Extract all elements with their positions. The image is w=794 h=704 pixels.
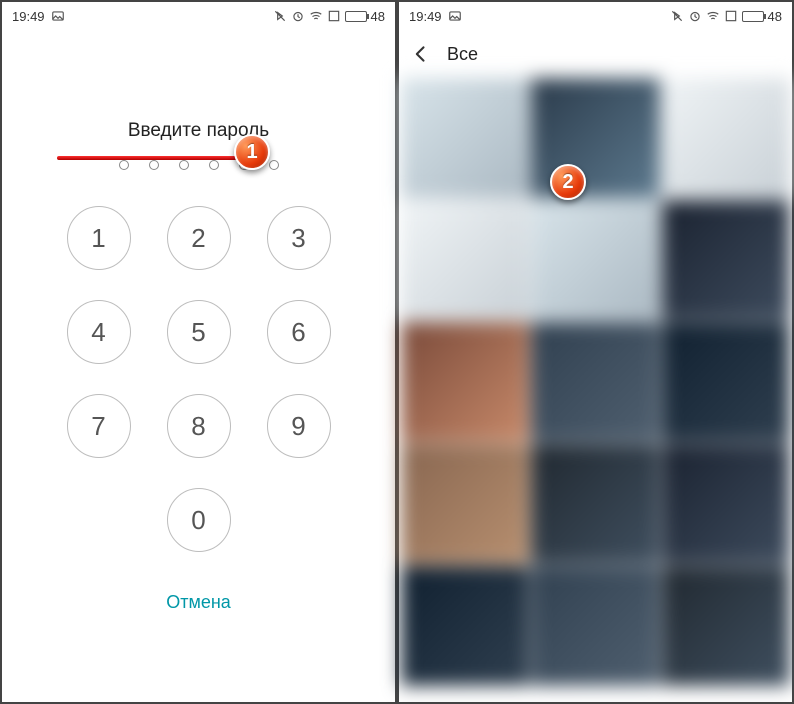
key-4[interactable]: 4 bbox=[67, 300, 131, 364]
battery-icon bbox=[742, 11, 764, 22]
photo-thumb[interactable] bbox=[662, 322, 790, 442]
key-1[interactable]: 1 bbox=[67, 206, 131, 270]
vibrate-icon bbox=[273, 9, 287, 23]
photo-thumb[interactable] bbox=[662, 444, 790, 564]
status-bar: 19:49 48 bbox=[2, 2, 395, 30]
signal-icon bbox=[327, 9, 341, 23]
gallery-title: Все bbox=[447, 44, 478, 65]
gallery-header: Все bbox=[399, 30, 792, 78]
pin-dot bbox=[179, 160, 189, 170]
photo-thumb[interactable] bbox=[662, 566, 790, 686]
photo-thumb[interactable] bbox=[531, 322, 659, 442]
photo-thumb[interactable] bbox=[662, 78, 790, 198]
alarm-icon bbox=[688, 9, 702, 23]
photo-thumb[interactable] bbox=[401, 444, 529, 564]
battery-percent: 48 bbox=[768, 9, 782, 24]
photo-thumb[interactable] bbox=[401, 322, 529, 442]
pin-dot bbox=[269, 160, 279, 170]
status-time: 19:49 bbox=[12, 9, 45, 24]
key-6[interactable]: 6 bbox=[267, 300, 331, 364]
vibrate-icon bbox=[670, 9, 684, 23]
photo-thumb[interactable] bbox=[401, 78, 529, 198]
battery-percent: 48 bbox=[371, 9, 385, 24]
pin-dot bbox=[209, 160, 219, 170]
status-time: 19:49 bbox=[409, 9, 442, 24]
image-icon bbox=[448, 9, 462, 23]
photo-thumb[interactable] bbox=[531, 444, 659, 564]
key-5[interactable]: 5 bbox=[167, 300, 231, 364]
gallery-grid[interactable] bbox=[399, 78, 792, 702]
key-3[interactable]: 3 bbox=[267, 206, 331, 270]
photo-thumb[interactable] bbox=[401, 200, 529, 320]
photo-thumb[interactable] bbox=[401, 566, 529, 686]
battery-icon bbox=[345, 11, 367, 22]
photo-thumb[interactable] bbox=[531, 200, 659, 320]
image-icon bbox=[51, 9, 65, 23]
photo-thumb[interactable] bbox=[662, 200, 790, 320]
wifi-icon bbox=[309, 9, 323, 23]
photo-thumb[interactable] bbox=[531, 566, 659, 686]
signal-icon bbox=[724, 9, 738, 23]
cancel-button[interactable]: Отмена bbox=[166, 592, 231, 613]
key-7[interactable]: 7 bbox=[67, 394, 131, 458]
alarm-icon bbox=[291, 9, 305, 23]
keypad: 1 2 3 4 5 6 7 8 9 0 bbox=[67, 206, 331, 552]
key-9[interactable]: 9 bbox=[267, 394, 331, 458]
pin-dot bbox=[119, 160, 129, 170]
back-icon[interactable] bbox=[411, 44, 431, 64]
callout-badge-1: 1 bbox=[234, 134, 270, 170]
phone-lock-screen: 19:49 48 Введите пароль bbox=[2, 2, 395, 702]
status-bar: 19:49 48 bbox=[399, 2, 792, 30]
phone-gallery-screen: 19:49 48 Все bbox=[399, 2, 792, 702]
key-0[interactable]: 0 bbox=[167, 488, 231, 552]
callout-badge-2: 2 bbox=[550, 164, 586, 200]
wifi-icon bbox=[706, 9, 720, 23]
pin-dot bbox=[149, 160, 159, 170]
key-2[interactable]: 2 bbox=[167, 206, 231, 270]
key-8[interactable]: 8 bbox=[167, 394, 231, 458]
highlight-underline bbox=[57, 156, 242, 160]
